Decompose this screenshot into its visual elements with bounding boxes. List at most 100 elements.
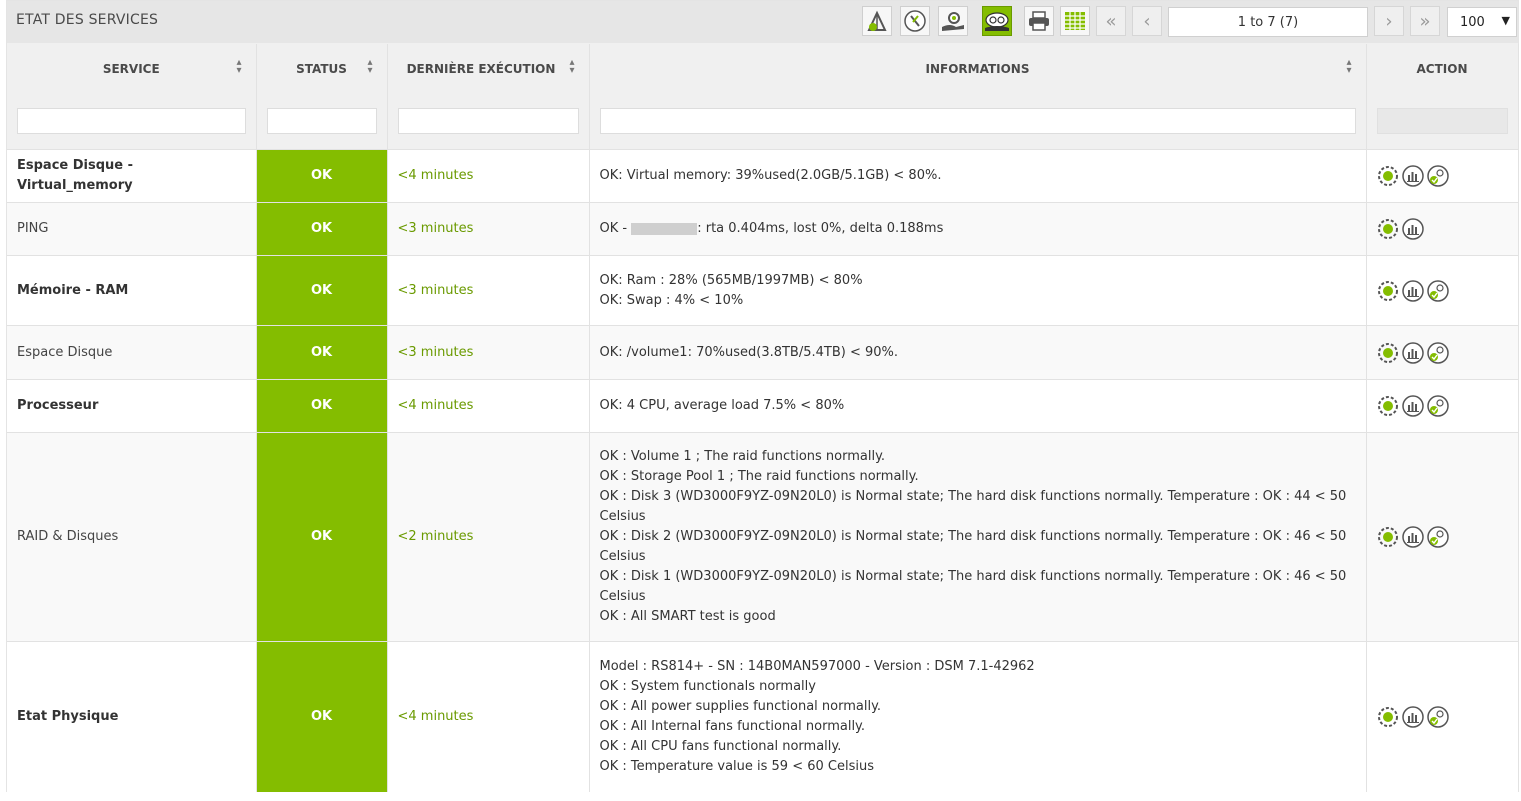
service-name[interactable]: PING (7, 202, 257, 256)
settings-gear-icon[interactable] (1377, 526, 1399, 548)
filter-status-input[interactable] (266, 108, 377, 134)
grid-columns-button[interactable] (1060, 6, 1090, 36)
last-execution: <3 minutes (387, 202, 590, 256)
info-line: OK : Disk 3 (WD3000F9YZ-09N20L0) is Norm… (599, 489, 1347, 524)
settings-gear-icon[interactable] (1377, 706, 1399, 728)
column-header-status[interactable]: STATUS ▴ ▾ (256, 44, 388, 93)
row-actions (1366, 432, 1519, 642)
services-cloud-button[interactable] (982, 6, 1012, 36)
table-row[interactable]: PING OK <3 minutes OK - : rta 0.404ms, lost… (7, 202, 1519, 256)
graph-icon[interactable] (1401, 395, 1424, 417)
info-line: OK: Virtual memory: 39%used(2.0GB/5.1GB)… (599, 168, 942, 183)
service-info: OK: /volume1: 70%used(3.8TB/5.4TB) < 90%… (589, 325, 1367, 380)
sort-icon[interactable]: ▴ ▾ (236, 58, 241, 76)
monitoring-check-button[interactable] (862, 6, 892, 36)
per-page-value: 100 (1460, 14, 1485, 30)
graph-icon[interactable] (1401, 341, 1424, 364)
double-chevron-right-icon: » (1419, 10, 1431, 32)
last-execution: <2 minutes (387, 432, 590, 642)
per-page-select[interactable]: 100 ▼ (1447, 7, 1517, 37)
column-header-last-exec[interactable]: DERNIÈRE EXÉCUTION ▴ ▾ (387, 44, 590, 93)
service-name[interactable]: RAID & Disques (7, 432, 257, 642)
info-line: OK : All Internal fans functional normal… (599, 718, 866, 734)
graph-icon[interactable] (1401, 218, 1424, 240)
row-actions (1366, 325, 1519, 380)
settings-gear-icon[interactable] (1377, 342, 1399, 364)
info-line: Model : RS814+ - SN : 14B0MAN597000 - Ve… (599, 658, 1035, 674)
settings-gear-icon[interactable] (1377, 218, 1399, 240)
last-execution: <4 minutes (387, 641, 590, 792)
info-line: OK : All CPU fans functional normally. (599, 738, 842, 754)
info-line: OK : Disk 1 (WD3000F9YZ-09N20L0) is Norm… (599, 569, 1347, 604)
status-badge: OK (256, 255, 388, 326)
service-name[interactable]: Espace Disque (7, 325, 257, 380)
sort-icon[interactable]: ▴ ▾ (367, 58, 372, 76)
table-row[interactable]: Espace Disque - Virtual_memory OK <4 minut… (7, 149, 1519, 203)
filter-cell (1366, 93, 1519, 150)
monitoring-check-icon (867, 10, 887, 31)
info-line: OK - : rta 0.404ms, lost 0%, delta 0.188… (600, 219, 1356, 239)
column-header-service[interactable]: SERVICE ▴ ▾ (7, 44, 257, 93)
service-name[interactable]: Processeur (7, 379, 257, 433)
info-line: OK : Volume 1 ; The raid functions norma… (599, 449, 886, 464)
row-actions (1366, 149, 1519, 203)
graph-icon[interactable] (1401, 279, 1424, 302)
double-chevron-left-icon: « (1105, 10, 1117, 32)
panel-title: ETAT DES SERVICES (16, 12, 159, 28)
redacted-ip (631, 222, 698, 235)
next-page-button[interactable]: › (1374, 6, 1404, 36)
acknowledge-icon[interactable] (1426, 165, 1449, 187)
print-icon (1029, 11, 1049, 31)
row-actions (1366, 641, 1519, 792)
acknowledge-icon[interactable] (1426, 706, 1449, 728)
tools-button[interactable] (900, 6, 930, 36)
settings-gear-icon[interactable] (1377, 280, 1399, 302)
acknowledge-icon[interactable] (1426, 341, 1449, 364)
status-badge: OK (256, 149, 388, 203)
prev-page-button[interactable]: ‹ (1132, 6, 1162, 36)
column-header-informations[interactable]: INFORMATIONS ▴ ▾ (589, 44, 1367, 93)
row-actions (1366, 202, 1519, 256)
table-row[interactable]: Mémoire - RAM OK <3 minutes OK: Ram : 28% (… (7, 255, 1519, 326)
first-page-button[interactable]: « (1096, 6, 1126, 36)
sort-icon[interactable]: ▴ ▾ (569, 58, 574, 76)
table-row[interactable]: Espace Disque OK <3 minutes OK: /volume1: 7… (7, 325, 1519, 380)
service-info: OK : Volume 1 ; The raid functions norma… (589, 432, 1367, 642)
row-actions (1366, 255, 1519, 326)
filter-cell (256, 93, 388, 150)
acknowledge-icon[interactable] (1426, 526, 1449, 548)
chevron-down-icon: ▼ (1501, 14, 1510, 27)
filter-action-disabled (1376, 108, 1508, 134)
last-page-button[interactable]: » (1410, 6, 1440, 36)
settings-gear-icon[interactable] (1377, 395, 1399, 417)
services-cloud-icon (985, 12, 1009, 31)
hand-gear-button[interactable] (938, 6, 968, 36)
filter-service-input[interactable] (17, 108, 246, 134)
last-execution: <3 minutes (387, 255, 590, 326)
graph-icon[interactable] (1401, 526, 1424, 548)
services-table: SERVICE ▴ ▾ STATUS ▴ ▾ DERNIÈRE EXÉCUTION ▴ ▾ … (7, 44, 1519, 792)
row-actions (1366, 379, 1519, 433)
service-name[interactable]: Mémoire - RAM (7, 255, 257, 326)
print-button[interactable] (1024, 6, 1054, 36)
status-badge: OK (256, 432, 388, 642)
table-row[interactable]: Etat Physique OK <4 minutes Model : RS814+ … (7, 641, 1519, 792)
service-name[interactable]: Etat Physique (7, 641, 257, 792)
sort-icon[interactable]: ▴ ▾ (1346, 58, 1351, 76)
acknowledge-icon[interactable] (1426, 279, 1449, 302)
chevron-left-icon: ‹ (1143, 10, 1151, 32)
last-execution: <3 minutes (387, 325, 590, 380)
graph-icon[interactable] (1401, 165, 1424, 187)
filter-informations-input[interactable] (599, 108, 1356, 134)
table-row[interactable]: Processeur OK <4 minutes OK: 4 CPU, average… (7, 379, 1519, 433)
table-row[interactable]: RAID & Disques OK <2 minutes OK : Volume 1 … (7, 432, 1519, 642)
acknowledge-icon[interactable] (1426, 395, 1449, 417)
info-line: OK: Ram : 28% (565MB/1997MB) < 80% (599, 272, 863, 288)
info-line: OK: Swap : 4% < 10% (599, 292, 744, 308)
filter-last-exec-input[interactable] (397, 108, 579, 134)
settings-gear-icon[interactable] (1377, 165, 1399, 187)
service-name[interactable]: Espace Disque - Virtual_memory (7, 149, 257, 203)
last-execution: <4 minutes (387, 149, 590, 203)
graph-icon[interactable] (1401, 706, 1424, 728)
column-header-action: ACTION (1366, 44, 1519, 93)
